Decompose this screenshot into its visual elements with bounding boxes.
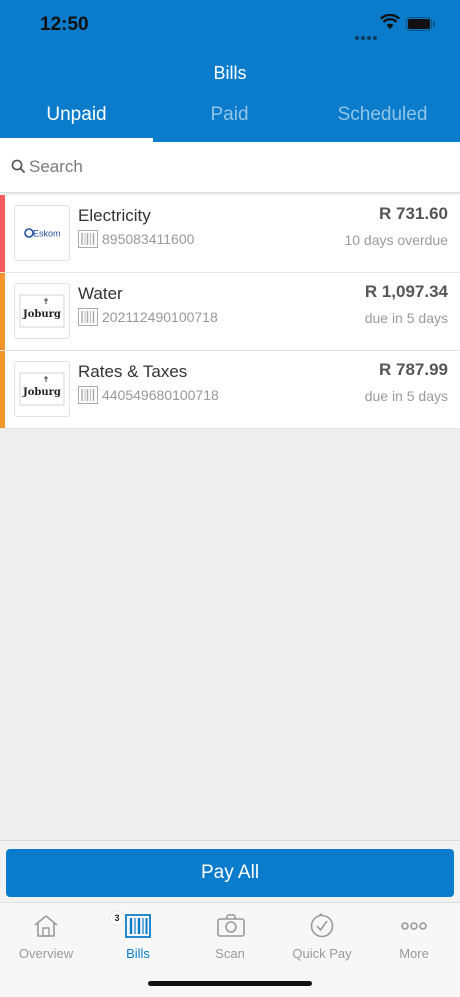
nav-more[interactable]: More <box>368 909 460 961</box>
due-soon-indicator <box>0 351 5 428</box>
bill-name: Water <box>78 284 123 303</box>
nav-label: Quick Pay <box>292 946 352 961</box>
account-number: 440549680100718 <box>102 387 219 403</box>
nav-label: More <box>399 946 429 961</box>
nav-label: Bills <box>126 946 150 961</box>
home-icon <box>34 914 58 937</box>
search-input[interactable] <box>29 156 429 178</box>
bill-name: Rates & Taxes <box>78 362 188 381</box>
camera-icon <box>217 914 245 937</box>
due-status: due in 5 days <box>364 310 448 326</box>
nav-label: Overview <box>18 946 74 961</box>
page-title: Bills <box>213 63 247 83</box>
bill-amount: R 787.99 <box>379 360 448 379</box>
status-bar: 12:50 <box>0 0 460 52</box>
joburg-logo-text: Joburg <box>22 387 61 398</box>
eskom-logo-text: Eskom <box>33 229 61 239</box>
account-number-icon <box>78 230 98 248</box>
bills-icon <box>125 914 151 938</box>
account-number-icon <box>78 308 98 326</box>
due-status: 10 days overdue <box>344 232 448 248</box>
search-icon <box>11 159 26 174</box>
signal-icon <box>355 27 379 45</box>
pay-all-button[interactable]: Pay All <box>6 849 454 897</box>
bill-tabs: Unpaid Paid Scheduled <box>0 98 460 142</box>
pay-all-area: Pay All <box>0 840 460 903</box>
nav-scan[interactable]: Scan <box>184 909 276 961</box>
bill-amount: R 1,097.34 <box>364 282 448 301</box>
wifi-icon <box>380 14 400 29</box>
bill-name: Electricity <box>78 206 151 225</box>
account-number-icon <box>78 386 98 404</box>
account-number: 202112490100718 <box>102 309 218 325</box>
bill-amount: R 731.60 <box>379 204 448 223</box>
due-status: due in 5 days <box>364 388 448 404</box>
nav-quick-pay[interactable]: Quick Pay <box>276 909 368 961</box>
header: 12:50 Bills Unpaid Paid Scheduled <box>0 0 460 142</box>
due-soon-indicator <box>0 273 5 350</box>
nav-label: Scan <box>215 946 245 961</box>
tab-unpaid[interactable]: Unpaid <box>0 104 153 126</box>
joburg-logo: Joburg <box>14 283 70 339</box>
eskom-logo: Eskom <box>14 205 70 261</box>
quick-pay-icon <box>310 913 334 938</box>
nav-bills[interactable]: 3 Bills <box>92 909 184 961</box>
overdue-indicator <box>0 195 5 272</box>
more-icon <box>401 922 427 930</box>
tab-scheduled[interactable]: Scheduled <box>306 104 459 126</box>
tab-paid[interactable]: Paid <box>153 104 306 126</box>
bill-row-rates-taxes[interactable]: Joburg Rates & Taxes 440549680100718 R 7… <box>0 351 460 429</box>
joburg-logo: Joburg <box>14 361 70 417</box>
home-indicator <box>148 981 312 986</box>
status-time: 12:50 <box>40 14 89 35</box>
account-number: 895083411600 <box>102 231 195 247</box>
bill-row-water[interactable]: Joburg Water 202112490100718 R 1,097.34 … <box>0 273 460 351</box>
bill-list: Eskom Electricity 895083411600 R 731.60 … <box>0 195 460 429</box>
joburg-logo-text: Joburg <box>22 309 61 320</box>
search-bar <box>0 142 460 193</box>
battery-icon <box>406 17 435 31</box>
bill-row-electricity[interactable]: Eskom Electricity 895083411600 R 731.60 … <box>0 195 460 273</box>
bills-count-badge: 3 <box>110 911 124 925</box>
nav-overview[interactable]: Overview <box>0 909 92 961</box>
